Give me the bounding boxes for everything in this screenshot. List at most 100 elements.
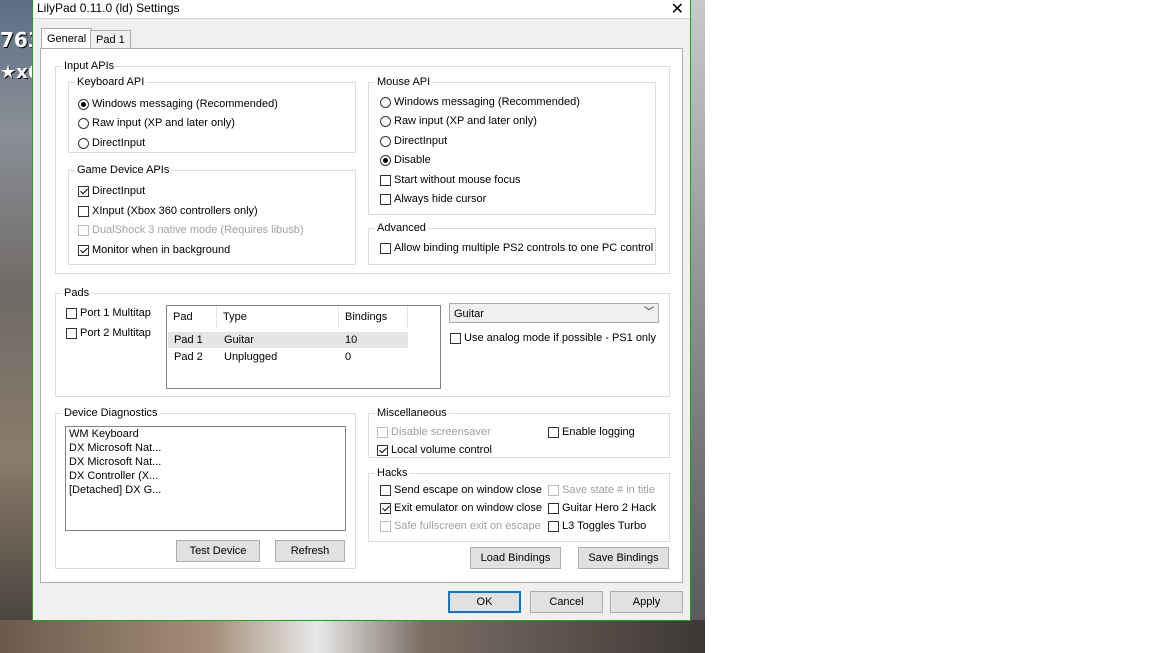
enable-logging-checkbox[interactable]: Enable logging	[548, 426, 635, 438]
xinput-checkbox[interactable]: XInput (Xbox 360 controllers only)	[78, 205, 258, 217]
radio-label: Raw input (XP and later only)	[92, 117, 235, 129]
analog-mode-checkbox[interactable]: Use analog mode if possible - PS1 only	[450, 332, 656, 344]
port2-multitap-checkbox[interactable]: Port 2 Multitap	[66, 327, 151, 339]
test-device-button[interactable]: Test Device	[176, 540, 260, 562]
checkbox-icon[interactable]	[377, 444, 388, 456]
dualshock3-native-checkbox: DualShock 3 native mode (Requires libusb…	[78, 224, 304, 236]
checkbox-icon[interactable]	[78, 244, 89, 256]
list-item[interactable]: WM Keyboard	[66, 427, 345, 441]
checkbox-icon[interactable]	[380, 174, 391, 186]
checkbox-label: Guitar Hero 2 Hack	[562, 502, 657, 514]
list-item[interactable]: DX Controller (X...	[66, 469, 345, 483]
device-list[interactable]: WM Keyboard DX Microsoft Nat... DX Micro…	[65, 426, 346, 531]
checkbox-icon[interactable]	[548, 520, 559, 532]
close-icon[interactable]: ✕	[671, 0, 684, 19]
game-directinput-checkbox[interactable]: DirectInput	[78, 185, 145, 197]
radio-label: DirectInput	[394, 135, 448, 147]
port1-multitap-checkbox[interactable]: Port 1 Multitap	[66, 307, 151, 319]
checkbox-icon[interactable]	[380, 502, 391, 514]
save-bindings-button[interactable]: Save Bindings	[578, 547, 669, 569]
game-device-apis-legend: Game Device APIs	[77, 164, 170, 176]
checkbox-label: Disable screensaver	[391, 426, 491, 438]
keyboard-raw-input-radio[interactable]: Raw input (XP and later only)	[78, 117, 235, 129]
l3-toggles-turbo-checkbox[interactable]: L3 Toggles Turbo	[548, 520, 646, 532]
checkbox-icon[interactable]	[78, 205, 89, 217]
checkbox-label: Monitor when in background	[92, 244, 231, 256]
checkbox-icon[interactable]	[380, 242, 391, 254]
checkbox-icon[interactable]	[66, 307, 77, 319]
checkbox-icon[interactable]	[380, 484, 391, 496]
column-header-pad[interactable]: Pad	[167, 306, 217, 328]
refresh-button[interactable]: Refresh	[275, 540, 345, 562]
checkbox-label: Local volume control	[391, 444, 492, 456]
radio-icon[interactable]	[380, 115, 391, 127]
radio-label: Windows messaging (Recommended)	[394, 96, 580, 108]
checkbox-label: Exit emulator on window close	[394, 502, 542, 514]
title-bar[interactable]: LilyPad 0.11.0 (ld) Settings ✕	[33, 0, 690, 19]
checkbox-icon[interactable]	[78, 185, 89, 197]
local-volume-control-checkbox[interactable]: Local volume control	[377, 444, 492, 456]
list-item[interactable]: [Detached] DX G...	[66, 483, 345, 497]
disable-screensaver-checkbox: Disable screensaver	[377, 426, 491, 438]
table-row[interactable]: Pad 2 Unplugged 0	[168, 349, 408, 365]
tab-general[interactable]: General	[41, 28, 93, 49]
radio-icon[interactable]	[380, 96, 391, 108]
apply-button[interactable]: Apply	[610, 591, 683, 613]
tab-pad-1[interactable]: Pad 1	[90, 30, 131, 49]
general-tab-panel: Input APIs Keyboard API Windows messagin…	[40, 48, 683, 583]
ok-button[interactable]: OK	[448, 591, 521, 613]
checkbox-icon[interactable]	[548, 502, 559, 514]
list-item[interactable]: DX Microsoft Nat...	[66, 441, 345, 455]
pad-type-select[interactable]: Guitar ﹀	[449, 303, 659, 323]
table-row[interactable]: Pad 1 Guitar 10	[168, 332, 408, 348]
column-header-bindings[interactable]: Bindings	[339, 306, 408, 328]
column-header-type[interactable]: Type	[217, 306, 339, 328]
checkbox-icon[interactable]	[450, 332, 461, 344]
pads-list[interactable]: Pad Type Bindings Pad 1 Guitar 10 Pad 2 …	[166, 305, 441, 389]
checkbox-label: Always hide cursor	[394, 193, 487, 205]
radio-icon[interactable]	[78, 117, 89, 129]
load-bindings-button[interactable]: Load Bindings	[470, 547, 561, 569]
radio-icon[interactable]	[78, 137, 89, 149]
checkbox-label: Enable logging	[562, 426, 635, 438]
radio-icon[interactable]	[380, 154, 391, 166]
keyboard-windows-messaging-radio[interactable]: Windows messaging (Recommended)	[78, 98, 278, 110]
chevron-down-icon[interactable]: ﹀	[644, 303, 654, 323]
device-diagnostics-legend: Device Diagnostics	[64, 407, 158, 419]
checkbox-label: Save state # in title	[562, 484, 655, 496]
safe-fullscreen-exit-checkbox: Safe fullscreen exit on escape	[380, 520, 541, 532]
input-apis-legend: Input APIs	[64, 60, 115, 72]
mouse-windows-messaging-radio[interactable]: Windows messaging (Recommended)	[380, 96, 580, 108]
checkbox-icon	[78, 224, 89, 236]
checkbox-icon[interactable]	[66, 327, 77, 339]
type-cell: Guitar	[224, 334, 254, 346]
mouse-directinput-radio[interactable]: DirectInput	[380, 135, 447, 147]
checkbox-icon[interactable]	[548, 426, 559, 438]
keyboard-directinput-radio[interactable]: DirectInput	[78, 137, 145, 149]
allow-multiple-binding-checkbox[interactable]: Allow binding multiple PS2 controls to o…	[380, 242, 653, 254]
checkbox-label: Safe fullscreen exit on escape	[394, 520, 541, 532]
bindings-cell: 10	[345, 334, 358, 346]
always-hide-cursor-checkbox[interactable]: Always hide cursor	[380, 193, 486, 205]
cancel-button[interactable]: Cancel	[530, 591, 603, 613]
checkbox-label: Port 2 Multitap	[80, 327, 151, 339]
checkbox-icon[interactable]	[380, 193, 391, 205]
exit-emulator-checkbox[interactable]: Exit emulator on window close	[380, 502, 542, 514]
list-item[interactable]: DX Microsoft Nat...	[66, 455, 345, 469]
start-without-mouse-focus-checkbox[interactable]: Start without mouse focus	[380, 174, 521, 186]
mouse-raw-input-radio[interactable]: Raw input (XP and later only)	[380, 115, 537, 127]
radio-icon[interactable]	[78, 98, 89, 110]
mouse-disable-radio[interactable]: Disable	[380, 154, 431, 166]
window-title: LilyPad 0.11.0 (ld) Settings	[37, 1, 180, 15]
checkbox-label: XInput (Xbox 360 controllers only)	[92, 205, 258, 217]
send-escape-checkbox[interactable]: Send escape on window close	[380, 484, 542, 496]
guitar-hero-2-hack-checkbox[interactable]: Guitar Hero 2 Hack	[548, 502, 656, 514]
monitor-background-checkbox[interactable]: Monitor when in background	[78, 244, 230, 256]
type-cell: Unplugged	[224, 351, 278, 363]
checkbox-icon	[377, 426, 388, 438]
checkbox-icon	[548, 484, 559, 496]
checkbox-label: DirectInput	[92, 185, 146, 197]
radio-label: Windows messaging (Recommended)	[92, 98, 278, 110]
save-state-in-title-checkbox: Save state # in title	[548, 484, 655, 496]
radio-icon[interactable]	[380, 135, 391, 147]
